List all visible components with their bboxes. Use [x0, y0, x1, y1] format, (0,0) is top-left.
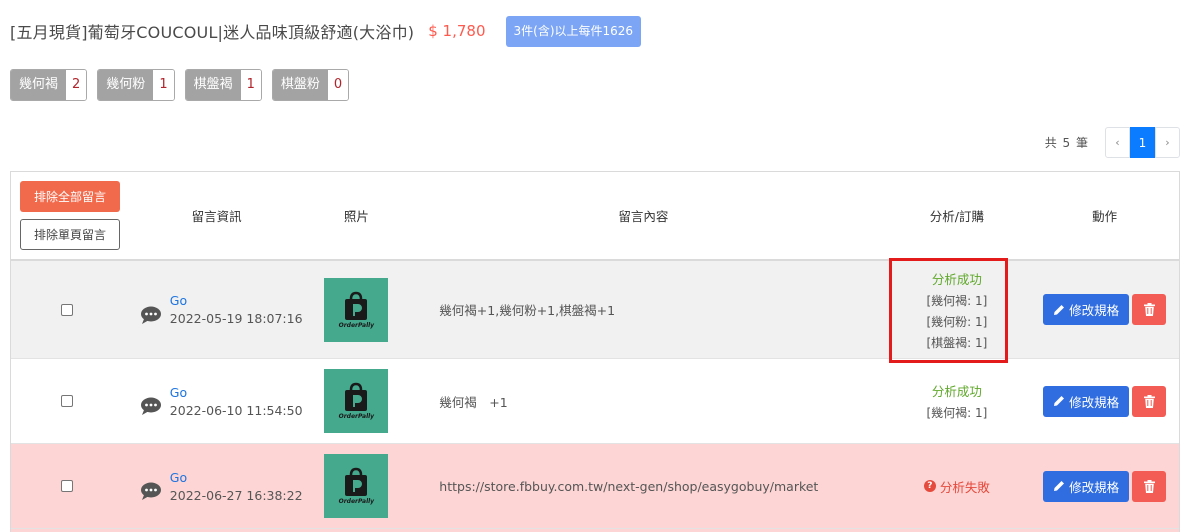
row-checkbox[interactable] [61, 480, 74, 492]
photo-caption: OrderPally [338, 498, 375, 505]
prev-page-button[interactable]: ‹ [1105, 127, 1130, 158]
total-count: 共 5 筆 [1044, 136, 1089, 150]
product-photo: OrderPally [324, 277, 389, 342]
trash-icon [1143, 394, 1155, 408]
spec-chip: 棋盤褐 1 [184, 69, 262, 101]
spec-summary: 幾何褐 2 幾何粉 1 棋盤褐 1 棋盤粉 0 [10, 69, 350, 101]
question-circle-icon: ? [923, 480, 936, 492]
edit-spec-label: 修改規格 [1069, 394, 1120, 410]
delete-button[interactable] [1132, 294, 1167, 325]
spec-name: 幾何粉 [98, 70, 154, 100]
spec-name: 棋盤褐 [185, 70, 241, 100]
spec-chip: 幾何褐 2 [10, 69, 88, 101]
trash-icon [1143, 303, 1155, 316]
row-checkbox[interactable] [61, 303, 74, 316]
comment-datetime: 2022-06-27 16:38:22 [169, 487, 303, 503]
table-header: 排除全部留言 排除單頁留言 留言資訊 照片 留言內容 分析/訂購 動作 [11, 172, 1179, 261]
edit-spec-button[interactable]: 修改規格 [1043, 470, 1130, 502]
shopping-bag-icon [345, 467, 368, 496]
analysis-status: 分析成功 [931, 271, 982, 287]
order-line: [幾何褐: 1] [926, 406, 988, 420]
comment-icon [140, 397, 161, 415]
next-page-button[interactable]: › [1155, 127, 1180, 158]
analysis-result: 分析成功 [幾何褐: 1] [幾何粉: 1] [棋盤褐: 1] [884, 261, 1031, 358]
col-header-info: 留言資訊 [191, 209, 242, 224]
spec-name: 幾何褐 [11, 70, 67, 100]
order-line: [棋盤褐: 1] [926, 335, 988, 350]
col-header-actions: 動作 [1092, 209, 1118, 224]
col-header-content: 留言內容 [618, 209, 669, 224]
comment-content: 幾何褐 +1 [439, 394, 508, 410]
spec-count: 1 [153, 70, 174, 100]
go-link[interactable]: Go [170, 470, 303, 485]
edit-spec-button[interactable]: 修改規格 [1043, 385, 1130, 417]
comment-icon [140, 306, 161, 324]
spec-count: 1 [240, 70, 261, 100]
go-link[interactable]: Go [170, 385, 303, 400]
row-checkbox[interactable] [61, 395, 74, 407]
trash-icon [1143, 479, 1155, 493]
spec-chip: 棋盤粉 0 [271, 69, 350, 101]
analysis-result: ? 分析失敗 [884, 444, 1031, 528]
delete-button[interactable] [1132, 385, 1167, 417]
comment-icon [140, 482, 161, 500]
spec-count: 2 [66, 70, 87, 100]
photo-caption: OrderPally [338, 321, 375, 329]
analysis-status: 分析失敗 [939, 479, 990, 495]
edit-spec-label: 修改規格 [1069, 479, 1120, 495]
product-price: $ 1,780 [428, 22, 486, 40]
delete-button[interactable] [1132, 470, 1167, 502]
comments-table: 排除全部留言 排除單頁留言 留言資訊 照片 留言內容 分析/訂購 動作 Go 2… [10, 171, 1180, 532]
shopping-bag-icon [345, 291, 368, 320]
col-header-analysis: 分析/訂購 [929, 209, 984, 224]
pagination: 共 5 筆 ‹ 1 › [1045, 127, 1180, 158]
col-header-photo: 照片 [343, 209, 369, 224]
photo-caption: OrderPally [338, 413, 375, 420]
edit-spec-label: 修改規格 [1069, 303, 1120, 318]
page-1-button[interactable]: 1 [1130, 127, 1155, 158]
product-photo: OrderPally [324, 454, 389, 518]
exclude-page-button[interactable]: 排除單頁留言 [20, 219, 120, 250]
order-line: [幾何褐: 1] [926, 293, 988, 308]
product-photo: OrderPally [324, 369, 389, 433]
pencil-icon [1054, 481, 1065, 491]
analysis-result: 分析成功 [幾何褐: 1] [884, 359, 1031, 443]
spec-chip: 幾何粉 1 [97, 69, 175, 101]
shopping-bag-icon [345, 382, 368, 411]
pencil-icon [1054, 396, 1065, 406]
analysis-failed: ? 分析失敗 [923, 477, 990, 496]
product-header: [五月現貨]葡萄牙COUCOUL|迷人品味頂級舒適(大浴巾) $ 1,780 3… [10, 15, 642, 47]
comment-datetime: 2022-05-19 18:07:16 [169, 311, 303, 326]
exclude-all-button[interactable]: 排除全部留言 [20, 181, 120, 212]
comment-content: https://store.fbbuy.com.tw/next-gen/shop… [439, 478, 819, 494]
comment-datetime: 2022-06-10 11:54:50 [169, 402, 303, 418]
comment-content: 幾何褐+1,幾何粉+1,棋盤褐+1 [439, 303, 616, 318]
table-row: Go 2022-05-19 18:07:16 OrderPally 幾何褐+1,… [11, 261, 1179, 359]
pencil-icon [1054, 304, 1065, 315]
go-link[interactable]: Go [170, 293, 303, 308]
spec-count: 0 [327, 70, 349, 100]
analysis-status: 分析成功 [931, 384, 982, 399]
table-row: Go 2022-06-10 11:54:50 OrderPally 幾何褐 +1… [11, 359, 1179, 444]
table-row: Go 2022-06-27 16:38:22 OrderPally https:… [11, 444, 1179, 529]
edit-spec-button[interactable]: 修改規格 [1043, 294, 1130, 325]
bulk-discount-badge: 3件(含)以上每件1626 [505, 15, 642, 47]
order-line: [幾何粉: 1] [926, 314, 988, 329]
product-title: [五月現貨]葡萄牙COUCOUL|迷人品味頂級舒適(大浴巾) [10, 23, 415, 42]
spec-name: 棋盤粉 [272, 70, 328, 100]
